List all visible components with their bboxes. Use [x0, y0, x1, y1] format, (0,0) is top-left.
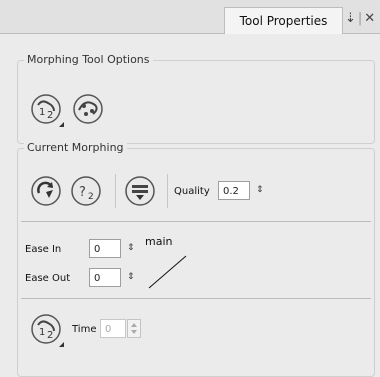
- morphing-tool-options-group: Morphing Tool Options 1 2: [17, 53, 375, 144]
- morph-hint-tool-button[interactable]: [72, 93, 104, 125]
- tab-tool-properties[interactable]: Tool Properties: [224, 7, 343, 34]
- ease-in-stepper-icon[interactable]: ⇕: [127, 244, 135, 253]
- download-tray-icon: [125, 176, 155, 206]
- quality-field[interactable]: 0.2: [218, 181, 250, 200]
- group-label: Current Morphing: [24, 141, 127, 154]
- morph-question-icon: ? 2: [71, 176, 101, 206]
- morph-shapes-icon: 1 2: [31, 94, 61, 124]
- hint-points-icon: [73, 94, 103, 124]
- morph-download-button[interactable]: [124, 175, 156, 207]
- spin-down-icon[interactable]: [131, 330, 137, 334]
- svg-text:1: 1: [39, 327, 45, 338]
- tool-properties-panel: Morphing Tool Options 1 2 Current Morphi…: [0, 34, 380, 377]
- time-spin-buttons[interactable]: [127, 319, 141, 338]
- dock-arrow-icon[interactable]: ⇣: [345, 11, 356, 26]
- ease-out-field[interactable]: 0: [89, 268, 121, 287]
- morph-timing-icon: 1 2: [31, 314, 61, 344]
- tab-controls: ⇣ | ✕: [345, 11, 377, 26]
- cycle-arrows-icon: [31, 176, 61, 206]
- time-field[interactable]: 0: [100, 319, 126, 338]
- ease-out-stepper-icon[interactable]: ⇕: [127, 273, 135, 282]
- group-label: Morphing Tool Options: [24, 53, 153, 66]
- morph-hint-toggle-button[interactable]: ? 2: [70, 175, 102, 207]
- svg-text:2: 2: [47, 110, 53, 121]
- svg-text:1: 1: [39, 107, 45, 118]
- close-icon[interactable]: ✕: [364, 11, 375, 26]
- submenu-indicator: [59, 342, 64, 347]
- svg-text:?: ?: [79, 185, 86, 200]
- separator: |: [357, 11, 363, 26]
- submenu-indicator: [59, 122, 64, 127]
- svg-text:2: 2: [88, 192, 94, 202]
- toolbar-separator: [115, 174, 116, 208]
- ease-out-label: Ease Out: [25, 273, 71, 284]
- divider: [21, 221, 371, 222]
- quality-stepper-icon[interactable]: ⇕: [256, 186, 264, 195]
- svg-text:2: 2: [47, 330, 53, 341]
- ease-curve-graph: [148, 255, 187, 289]
- curve-label: main: [145, 235, 173, 248]
- current-morphing-group: Current Morphing ? 2 Quality 0.2 ⇕ Ease …: [17, 141, 375, 377]
- toolbar-separator: [167, 174, 168, 208]
- morphing-tool-button[interactable]: 1 2: [30, 93, 64, 127]
- divider: [21, 298, 371, 299]
- quality-label: Quality: [174, 186, 210, 197]
- timing-tool-button[interactable]: 1 2: [30, 313, 64, 347]
- ease-in-field[interactable]: 0: [89, 239, 121, 258]
- spin-up-icon[interactable]: [131, 323, 137, 327]
- ease-in-label: Ease In: [25, 244, 62, 255]
- time-label: Time: [72, 324, 97, 335]
- panel-tab-bar: Tool Properties ⇣ | ✕: [0, 0, 380, 34]
- convert-morph-button[interactable]: [30, 175, 62, 207]
